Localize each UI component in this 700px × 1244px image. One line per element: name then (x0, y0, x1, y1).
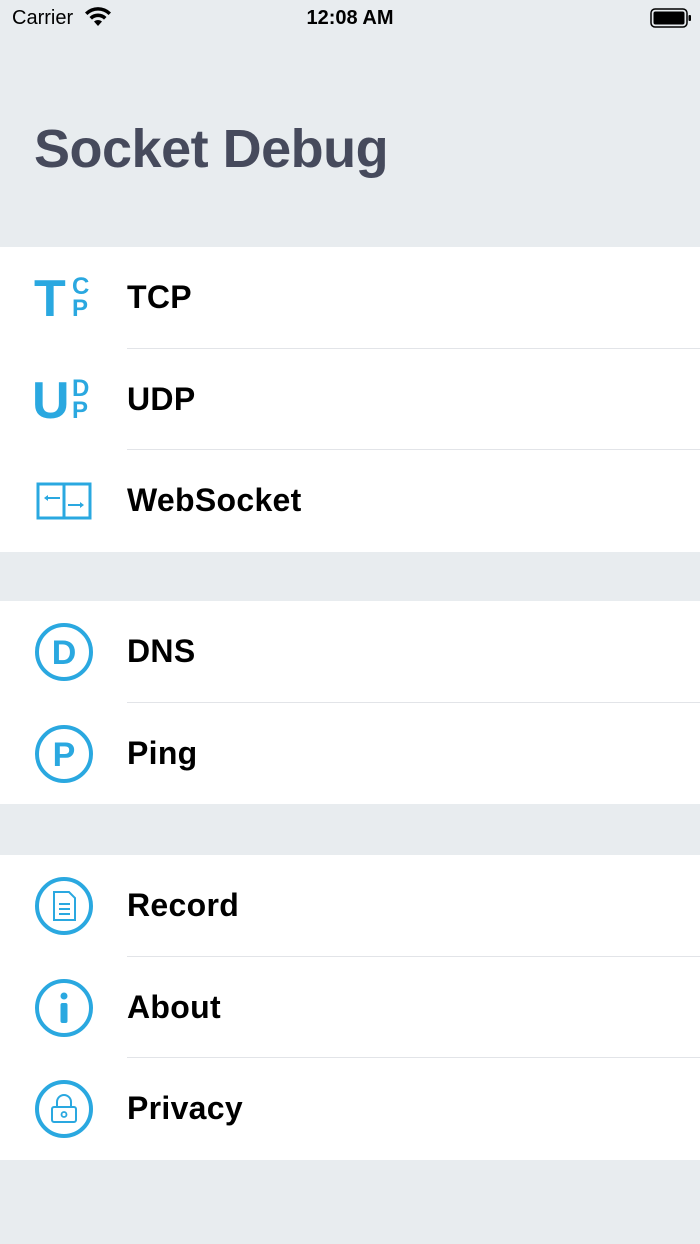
menu-item-label: DNS (127, 633, 196, 669)
page-title: Socket Debug (34, 119, 389, 179)
ping-icon: P (34, 724, 94, 784)
menu-item-label: Ping (127, 734, 198, 771)
svg-text:U: U (34, 372, 70, 430)
svg-text:P: P (72, 397, 88, 424)
menu-item-label: WebSocket (127, 482, 302, 518)
document-icon (34, 876, 94, 936)
menu-item-label: TCP (127, 279, 192, 315)
tcp-icon: T C P (34, 268, 94, 328)
menu-item-privacy[interactable]: Privacy (0, 1058, 700, 1160)
menu-item-ping[interactable]: P Ping (0, 703, 700, 805)
svg-text:T: T (34, 270, 66, 328)
status-bar: Carrier 12:08 AM (0, 0, 700, 40)
menu-item-label: Privacy (127, 1090, 243, 1126)
svg-text:D: D (52, 634, 77, 672)
websocket-icon (34, 471, 94, 531)
info-group: Record About Privacy (0, 855, 700, 1160)
info-icon (34, 978, 94, 1038)
tools-group: D DNS P Ping (0, 601, 700, 804)
menu-item-dns[interactable]: D DNS (0, 601, 700, 703)
menu-item-label: UDP (127, 380, 196, 417)
menu-item-label: Record (127, 887, 240, 923)
lock-icon (34, 1079, 94, 1139)
protocol-group: T C P TCP U D P UDP WebSocket (0, 247, 700, 552)
menu-item-tcp[interactable]: T C P TCP (0, 247, 700, 349)
menu-item-websocket[interactable]: WebSocket (0, 450, 700, 552)
menu-item-label: About (127, 988, 221, 1025)
udp-icon: U D P (34, 370, 94, 430)
status-time: 12:08 AM (306, 7, 394, 29)
menu-item-record[interactable]: Record (0, 855, 700, 957)
menu-item-udp[interactable]: U D P UDP (0, 349, 700, 450)
battery-icon (650, 8, 691, 28)
menu-item-about[interactable]: About (0, 957, 700, 1058)
dns-icon: D (34, 622, 94, 682)
svg-text:P: P (53, 736, 76, 774)
svg-text:P: P (72, 295, 88, 322)
